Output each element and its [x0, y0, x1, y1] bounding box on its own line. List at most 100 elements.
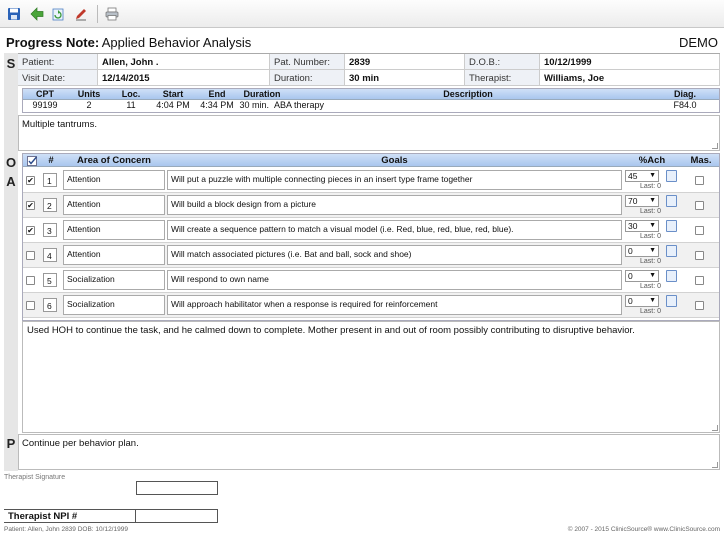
end-header: End	[208, 89, 226, 99]
area-of-concern-field[interactable]: Attention	[63, 195, 165, 215]
chevron-down-icon: ▼	[649, 172, 656, 179]
goal-number-field[interactable]: 2	[43, 198, 57, 212]
calendar-icon[interactable]	[666, 170, 677, 182]
percent-achieved-select[interactable]: 0 ▼	[625, 245, 659, 257]
goal-checkbox[interactable]: ✔	[26, 176, 35, 185]
goal-checkbox[interactable]: ✔	[26, 201, 35, 210]
mas-header: Mas.	[690, 155, 712, 166]
goal-checkbox[interactable]	[26, 301, 35, 310]
title-bold: Progress Note:	[6, 35, 100, 50]
npi-input[interactable]	[136, 509, 218, 523]
toolbar	[0, 0, 724, 28]
patient-label: Patient:	[18, 54, 98, 69]
percent-achieved-value: 30	[628, 221, 638, 231]
units-header: Units	[77, 89, 101, 99]
calendar-icon[interactable]	[666, 245, 677, 257]
percent-achieved-select[interactable]: 30 ▼	[625, 220, 659, 232]
goal-text-field[interactable]: Will respond to own name	[167, 270, 622, 290]
loc-header: Loc.	[121, 89, 141, 99]
mastered-checkbox[interactable]	[695, 301, 704, 310]
calendar-icon[interactable]	[666, 195, 677, 207]
mastered-checkbox[interactable]	[695, 176, 704, 185]
back-icon[interactable]	[29, 6, 45, 22]
observation-textarea[interactable]: Used HOH to continue the task, and he ca…	[22, 321, 720, 433]
page-title: Progress Note: Applied Behavior Analysis…	[6, 35, 718, 51]
print-icon[interactable]	[104, 6, 120, 22]
chevron-down-icon: ▼	[649, 197, 656, 204]
diag-header: Diag.	[673, 89, 696, 99]
area-of-concern-field[interactable]: Attention	[63, 170, 165, 190]
goal-number-field[interactable]: 6	[43, 298, 57, 312]
mastered-checkbox[interactable]	[695, 226, 704, 235]
subjective-sidebar: S	[4, 53, 18, 153]
plan-textarea[interactable]: Continue per behavior plan.	[18, 434, 720, 470]
resize-handle-icon[interactable]	[712, 462, 718, 468]
description-header: Description	[443, 89, 493, 99]
signature-box[interactable]	[136, 481, 218, 495]
mastered-checkbox[interactable]	[695, 251, 704, 260]
goal-row: 6 Socialization Will approach habilitator …	[23, 293, 719, 318]
section-p-letter: P	[6, 436, 16, 451]
goal-text-field[interactable]: Will put a puzzle with multiple connecti…	[167, 170, 622, 190]
cpt-table: CPT Units Loc. Start End Duration Descri…	[22, 88, 720, 113]
end-value: 4:34 PM	[200, 100, 234, 110]
mastered-checkbox[interactable]	[695, 201, 704, 210]
calendar-icon[interactable]	[666, 295, 677, 307]
save-icon[interactable]	[6, 6, 22, 22]
refresh-icon[interactable]	[50, 6, 66, 22]
start-header: Start	[162, 89, 184, 99]
resize-handle-icon[interactable]	[712, 425, 718, 431]
percent-achieved-select[interactable]: 0 ▼	[625, 270, 659, 282]
npi-section: Therapist NPI #	[4, 481, 218, 523]
chevron-down-icon: ▼	[649, 222, 656, 229]
goals-header: Goals	[381, 155, 408, 166]
percent-achieved-value: 0	[628, 246, 633, 256]
edit-icon[interactable]	[73, 6, 89, 22]
goal-number-field[interactable]: 3	[43, 223, 57, 237]
patient-info-row: Patient: Allen, John . Pat. Number: 2839…	[18, 54, 720, 70]
pat-number-label: Pat. Number:	[270, 54, 345, 69]
goal-checkbox[interactable]: ✔	[26, 226, 35, 235]
area-of-concern-field[interactable]: Socialization	[63, 295, 165, 315]
calendar-icon[interactable]	[666, 270, 677, 282]
last-achieved-label: Last: 0	[640, 208, 662, 215]
percent-achieved-value: 0	[628, 296, 633, 306]
dob-value: 10/12/1999	[540, 54, 720, 69]
mastered-checkbox[interactable]	[695, 276, 704, 285]
cpt-value: 99199	[32, 100, 58, 110]
subjective-textarea[interactable]: Multiple tantrums.	[18, 115, 720, 151]
duration-header: Duration	[243, 89, 281, 99]
duration-value-cell: 30 min.	[239, 100, 269, 110]
percent-achieved-select[interactable]: 45 ▼	[625, 170, 659, 182]
goal-number-field[interactable]: 4	[43, 248, 57, 262]
duration-value: 30 min	[345, 70, 465, 85]
area-of-concern-field[interactable]: Socialization	[63, 270, 165, 290]
goal-text-field[interactable]: Will create a sequence pattern to match …	[167, 220, 622, 240]
goal-number-field[interactable]: 1	[43, 173, 57, 187]
percent-achieved-select[interactable]: 0 ▼	[625, 295, 659, 307]
goal-checkbox[interactable]	[26, 276, 35, 285]
cpt-table-row[interactable]: 99199 2 11 4:04 PM 4:34 PM 30 min. ABA t…	[23, 100, 719, 112]
resize-handle-icon[interactable]	[712, 143, 718, 149]
calendar-icon[interactable]	[666, 220, 677, 232]
goal-number-field[interactable]: 5	[43, 273, 57, 287]
goal-checkbox[interactable]	[26, 251, 35, 260]
chevron-down-icon: ▼	[649, 247, 656, 254]
area-of-concern-field[interactable]: Attention	[63, 220, 165, 240]
cpt-header: CPT	[36, 89, 54, 99]
goal-text-field[interactable]: Will match associated pictures (i.e. Bat…	[167, 245, 622, 265]
goal-text-field[interactable]: Will approach habilitator when a respons…	[167, 295, 622, 315]
observation-text: Used HOH to continue the task, and he ca…	[27, 325, 635, 336]
section-s-letter: S	[6, 56, 16, 71]
area-of-concern-field[interactable]: Attention	[63, 245, 165, 265]
goal-text-field[interactable]: Will build a block design from a picture	[167, 195, 622, 215]
units-value: 2	[86, 100, 92, 110]
goal-row: ✔ 3 Attention Will create a sequence patter…	[23, 218, 719, 243]
goal-row: ✔ 1 Attention Will put a puzzle with multip…	[23, 168, 719, 193]
percent-achieved-select[interactable]: 70 ▼	[625, 195, 659, 207]
plan-sidebar: P	[4, 433, 18, 471]
visit-date-label: Visit Date:	[18, 70, 98, 85]
check-all-header[interactable]	[25, 155, 39, 169]
footer-copyright: © 2007 - 2015 ClinicSource® www.ClinicSo…	[567, 526, 720, 533]
demo-label: DEMO	[679, 35, 718, 50]
